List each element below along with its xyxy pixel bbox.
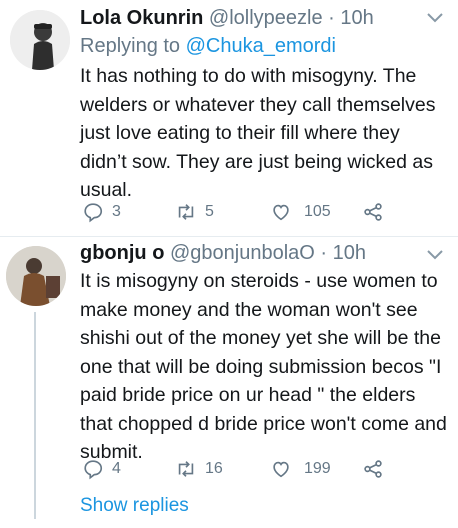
replying-to: Replying to @Chuka_emordi [80,34,336,58]
user-handle[interactable]: @gbonjunbolaO [170,242,315,264]
avatar-image [6,246,66,306]
tweet-header: Lola Okunrin @lollypeezle · 10h [80,6,374,30]
retweet-count: 5 [205,203,214,220]
avatar[interactable] [10,10,70,70]
display-name[interactable]: Lola Okunrin [80,7,203,29]
user-handle[interactable]: @lollypeezle [209,7,323,29]
avatar[interactable] [6,246,66,306]
share-icon [364,203,382,221]
tweet-header: gbonju o @gbonjunbolaO · 10h [80,241,366,265]
tweet-2[interactable]: gbonju o @gbonjunbolaO · 10h It is misog… [0,237,458,528]
timestamp[interactable]: · 10h [328,7,374,29]
like-button[interactable]: 105 [270,201,331,223]
retweet-icon [178,204,194,220]
reply-count: 4 [112,460,121,477]
share-icon [364,460,382,478]
share-button[interactable] [362,201,384,223]
reply-button[interactable]: 4 [82,458,121,480]
tweet-text: It has nothing to do with misogyny. The … [80,65,436,201]
retweet-icon [178,461,194,477]
tweet-1[interactable]: Lola Okunrin @lollypeezle · 10h Replying… [0,0,458,236]
like-icon [273,204,289,221]
avatar-image [10,10,70,70]
chevron-down-icon[interactable] [426,12,444,24]
mention-link[interactable]: @Chuka_emordi [186,35,336,57]
tweet-actions: 4 16 199 [82,458,442,482]
chevron-down-icon[interactable] [426,249,444,261]
timestamp[interactable]: · 10h [320,242,366,264]
reply-count: 3 [112,203,121,220]
display-name[interactable]: gbonju o [80,242,164,264]
like-count: 199 [304,460,331,477]
reply-icon [84,203,103,223]
tweet-actions: 3 5 105 [82,201,442,225]
retweet-button[interactable]: 16 [175,458,223,480]
like-button[interactable]: 199 [270,458,331,480]
retweet-count: 16 [205,460,223,477]
show-replies-link[interactable]: Show replies [80,495,189,517]
like-count: 105 [304,203,331,220]
reply-button[interactable]: 3 [82,201,121,223]
tweet-text: It is misogyny on steroids - use women t… [80,270,447,463]
replying-to-label: Replying to [80,35,181,57]
like-icon [273,461,289,478]
share-button[interactable] [362,458,384,480]
thread-line [34,312,36,519]
reply-icon [84,460,103,480]
retweet-button[interactable]: 5 [175,201,214,223]
